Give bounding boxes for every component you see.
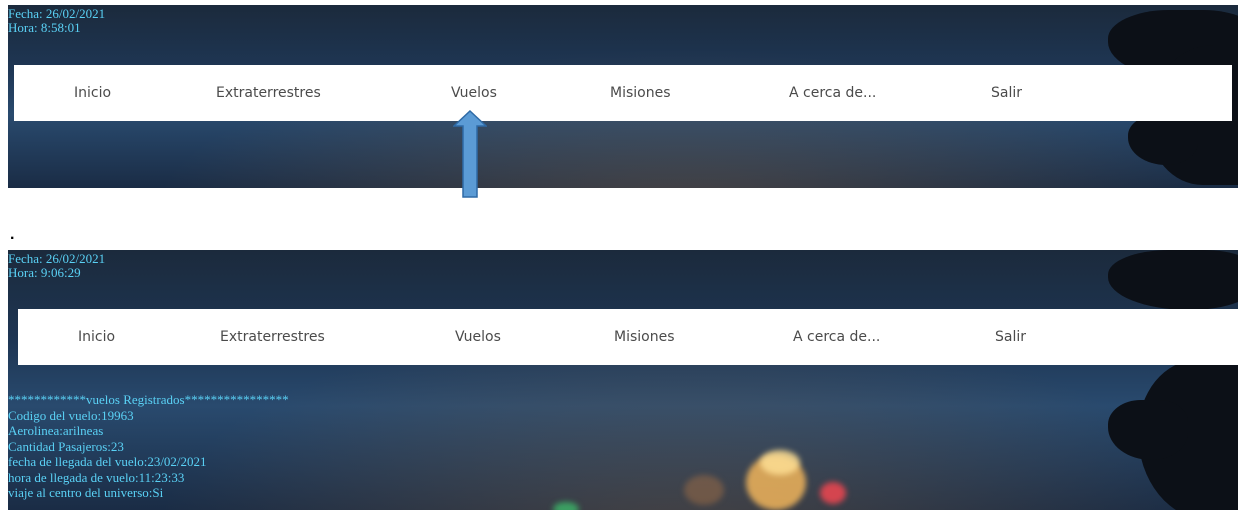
nav-extraterrestres[interactable]: Extraterrestres xyxy=(220,309,325,365)
top-screenshot-panel: Fecha: 26/02/2021 Hora: 8:58:01 Inicio E… xyxy=(8,5,1238,188)
nav-salir[interactable]: Salir xyxy=(991,65,1022,121)
nav-bar: Inicio Extraterrestres Vuelos Misiones A… xyxy=(14,65,1232,121)
flight-arrival-date: fecha de llegada del vuelo:23/02/2021 xyxy=(8,454,207,469)
nav-inicio[interactable]: Inicio xyxy=(78,309,115,365)
date-label: Fecha: 26/02/2021 xyxy=(8,6,106,21)
nav-misiones[interactable]: Misiones xyxy=(614,309,675,365)
time-label: Hora: 8:58:01 xyxy=(8,20,81,35)
bokeh-light xyxy=(760,450,800,475)
flight-passengers: Cantidad Pasajeros:23 xyxy=(8,438,124,454)
arrow-up-icon xyxy=(453,110,487,198)
nav-misiones[interactable]: Misiones xyxy=(610,65,671,121)
separator-dot: . xyxy=(10,226,15,243)
nav-vuelos[interactable]: Vuelos xyxy=(455,309,501,365)
bottom-screenshot-panel: Fecha: 26/02/2021 Hora: 9:06:29 Inicio E… xyxy=(8,250,1238,510)
flight-universe-center: viaje al centro del universo:Si xyxy=(8,485,164,500)
bokeh-light xyxy=(820,482,846,504)
date-label: Fecha: 26/02/2021 xyxy=(8,251,106,266)
flight-airline: Aerolinea:arilneas xyxy=(8,423,104,438)
flight-code: Codigo del vuelo:19963 xyxy=(8,407,134,423)
nav-extraterrestres[interactable]: Extraterrestres xyxy=(216,65,321,121)
nav-acerca-de[interactable]: A cerca de... xyxy=(789,65,876,121)
bokeh-light xyxy=(553,502,579,510)
flight-arrival-time: hora de llegada de vuelo:11:23:33 xyxy=(8,469,185,485)
flights-list: ************vuelos Registrados**********… xyxy=(8,392,289,501)
datetime-display: Fecha: 26/02/2021 Hora: 9:06:29 xyxy=(8,252,105,280)
nav-bar: Inicio Extraterrestres Vuelos Misiones A… xyxy=(18,309,1238,365)
flights-header: ************vuelos Registrados**********… xyxy=(8,392,289,407)
datetime-display: Fecha: 26/02/2021 Hora: 8:58:01 xyxy=(8,7,105,35)
bokeh-light xyxy=(684,475,724,505)
nav-acerca-de[interactable]: A cerca de... xyxy=(793,309,880,365)
time-label: Hora: 9:06:29 xyxy=(8,265,81,280)
nav-salir[interactable]: Salir xyxy=(995,309,1026,365)
nav-inicio[interactable]: Inicio xyxy=(74,65,111,121)
